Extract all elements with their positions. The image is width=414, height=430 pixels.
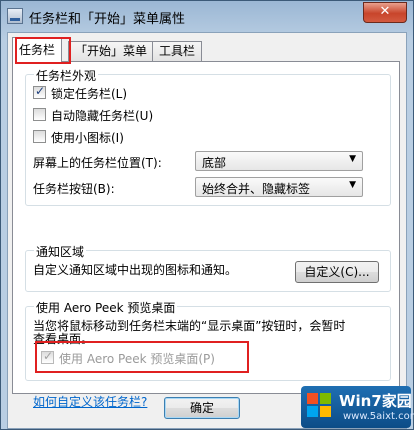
tab-start-menu[interactable]: 「开始」菜单	[68, 41, 155, 61]
windows-logo-icon	[307, 393, 333, 419]
small-icons-checkbox[interactable]	[33, 130, 46, 143]
close-button[interactable]: ✕	[363, 2, 407, 23]
taskbar-properties-icon	[7, 8, 23, 24]
watermark-badge: Win7家园 www.5aixt.com	[301, 386, 414, 428]
title-bar[interactable]: 任务栏和「开始」菜单属性 ✕	[1, 1, 413, 31]
watermark-title: Win7家园	[339, 392, 412, 410]
lock-taskbar-label[interactable]: 锁定任务栏(L)	[51, 85, 127, 102]
window-title: 任务栏和「开始」菜单属性	[29, 12, 186, 27]
help-link[interactable]: 如何自定义该任务栏?	[33, 393, 147, 410]
auto-hide-label[interactable]: 自动隐藏任务栏(U)	[51, 107, 153, 124]
appearance-group-title: 任务栏外观	[34, 67, 99, 84]
small-icons-label[interactable]: 使用小图标(I)	[51, 129, 124, 146]
taskbar-buttons-label: 任务栏按钮(B):	[33, 182, 115, 196]
taskbar-buttons-select[interactable]: 始终合并、隐藏标签 ▼	[195, 177, 363, 197]
dialog-window: 任务栏和「开始」菜单属性 ✕ 任务栏 「开始」菜单 工具栏 任务栏外观 锁定任务…	[0, 0, 414, 430]
dropdown-arrow-icon: ▼	[349, 180, 356, 190]
lock-taskbar-checkbox[interactable]	[33, 84, 46, 99]
tab-taskbar[interactable]: 任务栏	[12, 37, 63, 62]
taskbar-location-value: 底部	[202, 156, 227, 170]
notification-group-title: 通知区域	[34, 243, 87, 260]
aero-peek-group-title: 使用 Aero Peek 预览桌面	[34, 299, 178, 316]
tab-panel: 任务栏外观 锁定任务栏(L) 自动隐藏任务栏(U) 使用小图标(I) 屏幕上的任…	[12, 61, 400, 409]
dropdown-arrow-icon: ▼	[349, 154, 356, 164]
ok-button[interactable]: 确定	[164, 397, 240, 419]
dialog-client: 任务栏 「开始」菜单 工具栏 任务栏外观 锁定任务栏(L) 自动隐藏任务栏(U)…	[7, 32, 407, 429]
taskbar-location-label: 屏幕上的任务栏位置(T):	[33, 156, 162, 170]
customize-notifications-button[interactable]: 自定义(C)...	[295, 261, 379, 283]
taskbar-location-select[interactable]: 底部 ▼	[195, 151, 363, 171]
taskbar-buttons-value: 始终合并、隐藏标签	[202, 182, 311, 196]
tab-toolbars[interactable]: 工具栏	[152, 41, 203, 61]
auto-hide-checkbox[interactable]	[33, 108, 46, 121]
aero-peek-highlight-box	[35, 341, 249, 373]
notification-description: 自定义通知区域中出现的图标和通知。	[33, 263, 238, 277]
watermark-url: www.5aixt.com	[343, 411, 414, 422]
